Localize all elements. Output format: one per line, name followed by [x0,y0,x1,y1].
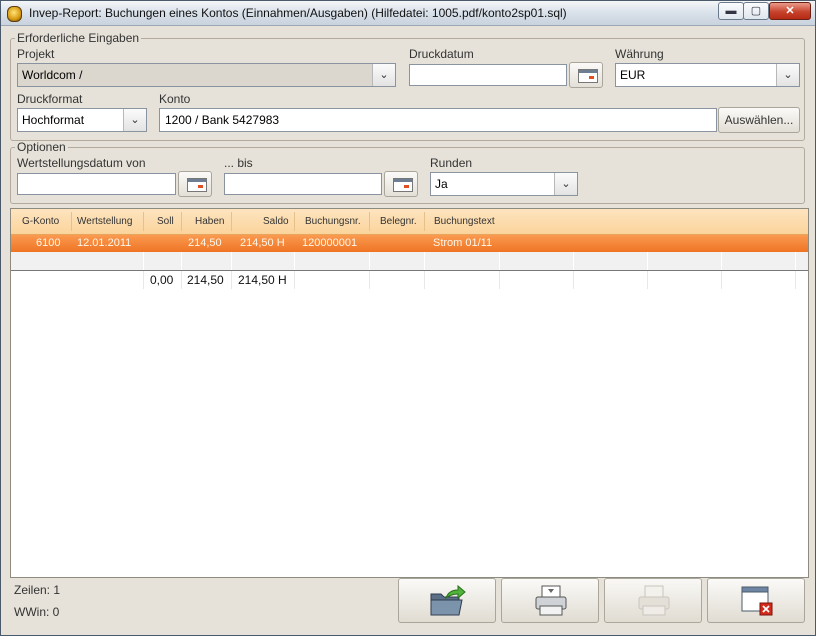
cell-buchungstext: Strom 01/11 [433,237,493,249]
total-haben: 214,50 [187,273,224,287]
table-row-selected[interactable]: 6100 12.01.2011 214,50 214,50 H 12000000… [11,235,808,252]
druckformat-value: Hochformat [22,113,85,127]
window-close-icon [741,586,773,616]
printer-disabled-icon [638,585,670,616]
cell-haben: 214,50 [188,237,222,249]
konto-label: Konto [159,92,191,106]
optionen-legend: Optionen [17,140,66,154]
table-totals-row: 0,00 214,50 214,50 H [11,271,808,289]
chevron-down-icon[interactable]: ⌄ [123,109,146,131]
printer-icon [535,585,567,616]
col-header-haben[interactable]: Haben [195,216,224,227]
window-title: Invep-Report: Buchungen eines Kontos (Ei… [29,6,567,20]
table-row-empty[interactable] [11,252,808,271]
runden-select[interactable]: Ja ⌄ [430,172,578,196]
chevron-down-icon[interactable]: ⌄ [554,173,577,195]
auswaehlen-button[interactable]: Auswählen... [718,107,800,133]
druckformat-label: Druckformat [17,92,83,106]
close-button[interactable]: ✕ [769,2,811,20]
col-header-buchungstext[interactable]: Buchungstext [434,216,495,227]
folder-export-icon [430,584,466,616]
cell-buchungsnr: 120000001 [302,237,358,249]
waehrung-label: Währung [615,47,664,61]
druckdatum-label: Druckdatum [409,47,474,61]
table-header: G-Konto Wertstellung Soll Haben Saldo Bu… [11,209,808,235]
print-preview-button[interactable] [501,578,599,623]
total-saldo: 214,50 H [238,273,287,287]
export-button[interactable] [398,578,496,623]
cell-wertstellung: 12.01.2011 [77,237,132,249]
waehrung-select[interactable]: EUR ⌄ [615,63,800,87]
chevron-down-icon[interactable]: ⌄ [776,64,799,86]
bookings-table[interactable]: G-Konto Wertstellung Soll Haben Saldo Bu… [10,208,809,578]
druckdatum-field[interactable] [409,64,567,86]
projekt-value: Worldcom / [22,68,83,82]
bis-date-field[interactable] [224,173,382,195]
maximize-button[interactable]: ▢ [743,2,769,20]
bis-calendar-button[interactable] [384,171,418,197]
col-header-soll[interactable]: Soll [157,216,174,227]
zeilen-status: Zeilen: 1 [14,583,61,597]
col-header-gkonto[interactable]: G-Konto [22,216,59,227]
projekt-select[interactable]: Worldcom / ⌄ [17,63,396,87]
cell-saldo: 214,50 H [240,237,285,249]
col-header-belegnr[interactable]: Belegnr. [380,216,417,227]
von-date-field[interactable] [17,173,176,195]
druckdatum-calendar-button[interactable] [569,62,603,88]
print-button-disabled[interactable] [604,578,702,623]
minimize-button[interactable]: ▬ [718,2,744,20]
calendar-icon [578,69,598,83]
col-header-buchungsnr[interactable]: Buchungsnr. [305,216,361,227]
konto-value: 1200 / Bank 5427983 [165,113,280,127]
druckformat-select[interactable]: Hochformat ⌄ [17,108,147,132]
report-window: Invep-Report: Buchungen eines Kontos (Ei… [0,0,816,636]
runden-value: Ja [435,177,448,191]
calendar-icon [187,178,207,192]
chevron-down-icon[interactable]: ⌄ [372,64,395,86]
close-window-button[interactable] [707,578,805,623]
total-soll: 0,00 [150,273,174,287]
app-icon [7,6,22,22]
projekt-label: Projekt [17,47,55,61]
calendar-icon [393,178,413,192]
wwin-status: WWin: 0 [14,605,60,619]
title-bar[interactable]: Invep-Report: Buchungen eines Kontos (Ei… [1,1,815,26]
von-calendar-button[interactable] [178,171,212,197]
von-label: Wertstellungsdatum von [17,156,146,170]
runden-label: Runden [430,156,473,170]
required-inputs-legend: Erforderliche Eingaben [17,31,140,45]
bis-label: ... bis [224,156,253,170]
konto-field[interactable]: 1200 / Bank 5427983 [159,108,717,132]
col-header-saldo[interactable]: Saldo [263,216,289,227]
waehrung-value: EUR [620,68,646,82]
cell-gkonto: 6100 [36,237,61,249]
col-header-wertstellung[interactable]: Wertstellung [77,216,132,227]
